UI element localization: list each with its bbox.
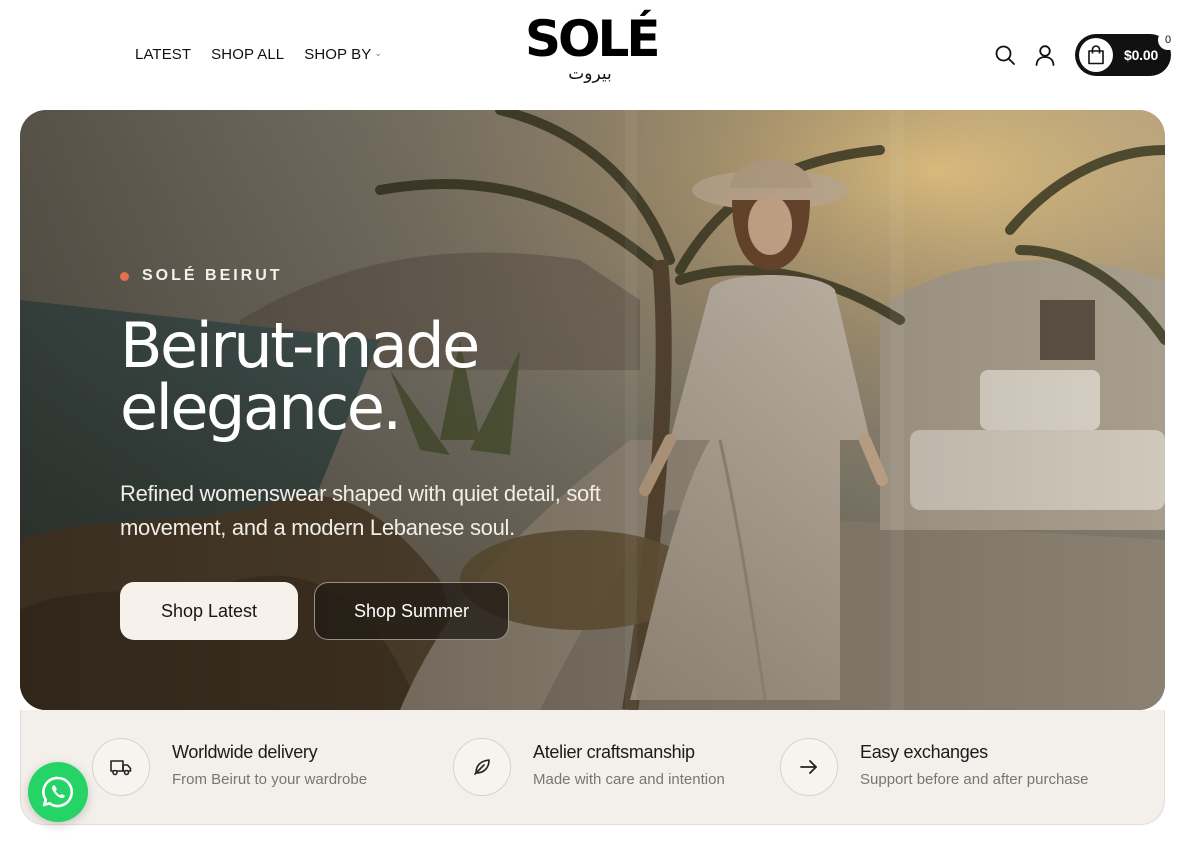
site-header: LATEST SHOP ALL SHOP BY ⌄ SOLÉ بيروت $0.0… [0, 0, 1200, 110]
feature-delivery: Worldwide delivery From Beirut to your w… [92, 738, 367, 796]
features-bar: Worldwide delivery From Beirut to your w… [20, 710, 1165, 825]
feature-craftsmanship-title: Atelier craftsmanship [533, 742, 695, 762]
truck-icon [92, 738, 150, 796]
user-icon[interactable] [1030, 40, 1060, 70]
feature-exchanges-desc: Support before and after purchase [860, 771, 1089, 788]
nav-shop-by-label: SHOP BY [304, 46, 372, 63]
cart-button[interactable]: $0.00 [1075, 34, 1171, 76]
chevron-down-icon: ⌄ [374, 48, 383, 58]
logo-wordmark: SOLÉ [525, 10, 661, 68]
site-logo[interactable]: SOLÉ بيروت [525, 10, 661, 84]
whatsapp-chat-button[interactable] [28, 762, 88, 822]
shop-summer-button[interactable]: Shop Summer [314, 582, 509, 640]
nav-shop-all-label: SHOP ALL [211, 46, 285, 63]
nav-latest[interactable]: LATEST [135, 46, 191, 63]
feature-craftsmanship: Atelier craftsmanship Made with care and… [453, 738, 725, 796]
leaf-icon [453, 738, 511, 796]
hero-title-line2: elegance. [120, 371, 402, 444]
cart-count-badge: 0 [1158, 30, 1178, 50]
hero-subtitle: Refined womenswear shaped with quiet det… [120, 481, 601, 540]
feature-exchanges-title: Easy exchanges [860, 742, 988, 762]
cart-total: $0.00 [1124, 47, 1159, 63]
feature-exchanges-text: Easy exchanges Support before and after … [860, 742, 1089, 788]
feature-exchanges: Easy exchanges Support before and after … [780, 738, 1089, 796]
search-icon[interactable] [990, 40, 1020, 70]
nav-shop-all[interactable]: SHOP ALL [211, 46, 284, 63]
shop-latest-button[interactable]: Shop Latest [120, 582, 298, 640]
shopping-bag-icon [1079, 38, 1113, 72]
hero-title: Beirut-made elegance. [120, 315, 640, 439]
feature-craftsmanship-desc: Made with care and intention [533, 771, 725, 788]
accent-dot-icon [120, 271, 129, 281]
feature-delivery-title: Worldwide delivery [172, 742, 318, 762]
main-nav: LATEST SHOP ALL SHOP BY ⌄ [135, 46, 382, 63]
feature-delivery-text: Worldwide delivery From Beirut to your w… [172, 742, 367, 788]
feature-craftsmanship-text: Atelier craftsmanship Made with care and… [533, 742, 725, 788]
hero-eyebrow: SOLÉ BEIRUT [120, 267, 283, 285]
nav-shop-by[interactable]: SHOP BY ⌄ [304, 46, 382, 63]
feature-delivery-desc: From Beirut to your wardrobe [172, 771, 368, 788]
whatsapp-icon [42, 776, 74, 808]
nav-latest-label: LATEST [135, 46, 192, 63]
hero-eyebrow-label: SOLÉ BEIRUT [142, 267, 283, 284]
hero-banner: SOLÉ BEIRUT Beirut-made elegance. Refine… [20, 110, 1165, 710]
arrow-right-icon [780, 738, 838, 796]
